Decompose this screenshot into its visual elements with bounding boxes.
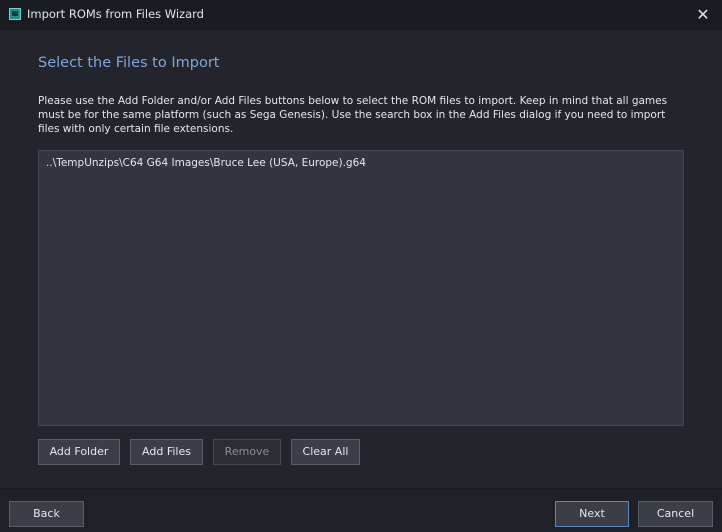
cancel-button[interactable]: Cancel <box>638 501 713 527</box>
window-title: Import ROMs from Files Wizard <box>27 7 204 21</box>
page-heading: Select the Files to Import <box>38 55 220 71</box>
clear-all-button[interactable]: Clear All <box>291 439 360 465</box>
instructions-text: Please use the Add Folder and/or Add Fil… <box>38 95 668 135</box>
app-icon <box>9 8 21 20</box>
file-list[interactable]: ..\TempUnzips\C64 G64 Images\Bruce Lee (… <box>38 150 684 426</box>
remove-button[interactable]: Remove <box>213 439 281 465</box>
add-files-button[interactable]: Add Files <box>130 439 203 465</box>
back-button[interactable]: Back <box>9 501 84 527</box>
close-button[interactable]: ✕ <box>693 5 713 25</box>
add-folder-button[interactable]: Add Folder <box>38 439 120 465</box>
next-button[interactable]: Next <box>555 501 629 527</box>
title-bar: Import ROMs from Files Wizard ✕ <box>0 0 722 30</box>
file-list-item[interactable]: ..\TempUnzips\C64 G64 Images\Bruce Lee (… <box>46 157 366 169</box>
